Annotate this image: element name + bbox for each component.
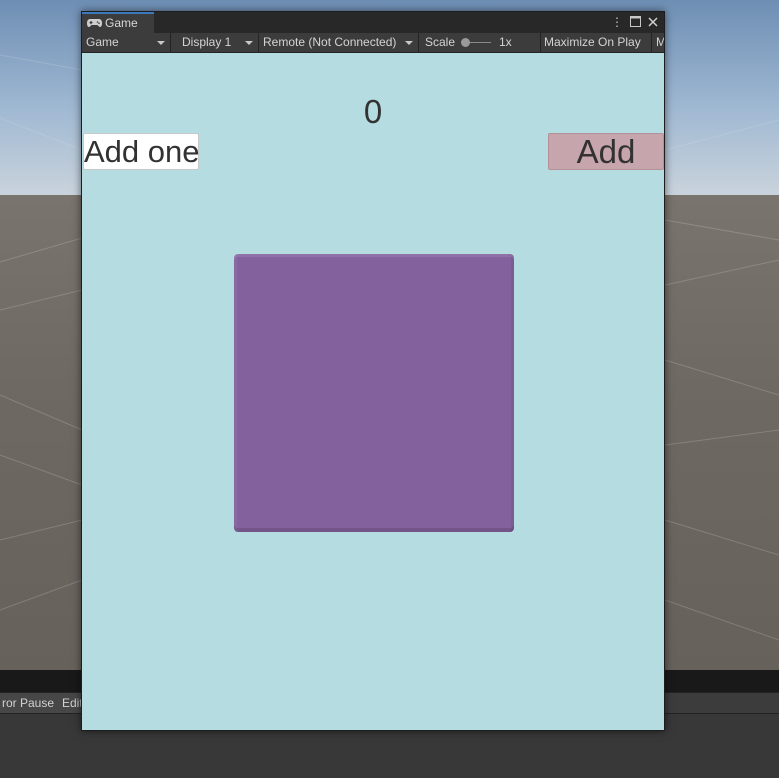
gamepad-icon	[87, 19, 102, 27]
tab-game[interactable]: Game	[82, 12, 154, 33]
remote-dropdown[interactable]: Remote (Not Connected)	[259, 33, 419, 52]
scale-label: Scale	[425, 35, 456, 49]
error-pause-button[interactable]: ror Pause	[0, 693, 65, 713]
close-icon[interactable]	[646, 14, 660, 30]
game-viewport: 0 Add one Add	[82, 53, 664, 730]
maximize-on-play-toggle[interactable]: Maximize On Play	[540, 33, 652, 52]
maximize-icon[interactable]	[628, 14, 642, 30]
purple-square	[234, 254, 514, 532]
counter-value: 0	[363, 93, 383, 130]
more-options-icon[interactable]: ⋮	[610, 14, 624, 30]
add-button[interactable]: Add	[548, 133, 664, 170]
game-window: Game ⋮ Game Display 1 Remote (Not Connec…	[81, 11, 665, 731]
game-window-tabbar: Game ⋮	[82, 12, 664, 33]
scale-slider-thumb[interactable]	[461, 38, 470, 47]
tab-game-label: Game	[105, 16, 138, 30]
scale-control: Scale 1x	[421, 33, 541, 52]
view-mode-dropdown[interactable]: Game	[82, 33, 171, 52]
scale-value: 1x	[499, 35, 512, 49]
display-dropdown[interactable]: Display 1	[178, 33, 259, 52]
toolbar-overflow-item[interactable]: M	[652, 33, 664, 52]
game-view-toolbar: Game Display 1 Remote (Not Connected) Sc…	[82, 33, 664, 53]
add-one-button[interactable]: Add one	[83, 133, 200, 170]
